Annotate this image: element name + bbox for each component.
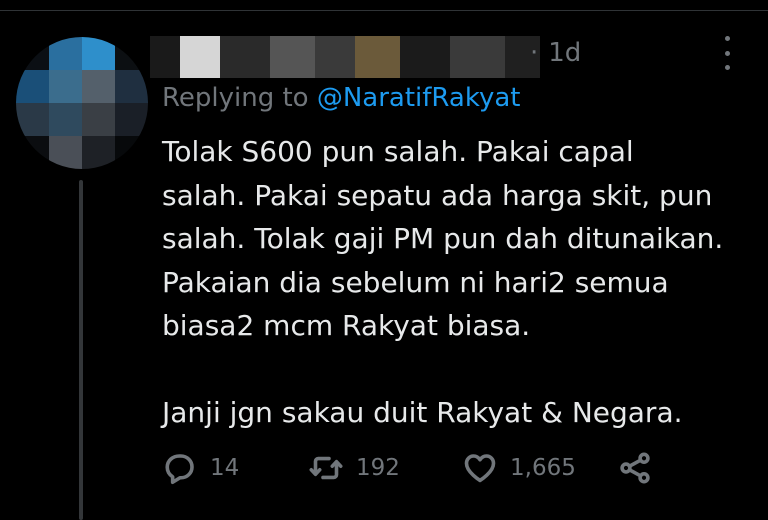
separator-dot: · (530, 38, 539, 68)
like-count: 1,665 (510, 455, 576, 481)
timestamp-label: 1d (548, 38, 582, 68)
replying-prefix: Replying to (162, 83, 317, 113)
author-name-pixelated[interactable] (150, 36, 540, 78)
reply-icon (165, 454, 194, 485)
tweet-text: Tolak S600 pun salah. Pakai capal salah.… (162, 135, 724, 429)
share-icon (620, 452, 650, 484)
retweet-icon (309, 456, 343, 480)
avatar[interactable] (16, 37, 148, 169)
retweet-count: 192 (356, 455, 400, 481)
retweet-button[interactable]: 192 (308, 448, 400, 488)
reply-button[interactable]: 14 (162, 448, 239, 488)
timestamp[interactable]: · 1d (530, 38, 581, 68)
heart-icon (464, 454, 496, 483)
more-icon[interactable] (715, 36, 739, 70)
top-divider (0, 10, 768, 11)
replying-handle-link[interactable]: @NaratifRakyat (317, 83, 521, 113)
share-button[interactable] (617, 448, 653, 488)
replying-to: Replying to @NaratifRakyat (162, 83, 521, 113)
thread-line (79, 180, 83, 520)
like-button[interactable]: 1,665 (462, 448, 576, 488)
reply-count: 14 (210, 455, 240, 481)
tweet-actions: 14 192 1,665 (162, 448, 762, 488)
